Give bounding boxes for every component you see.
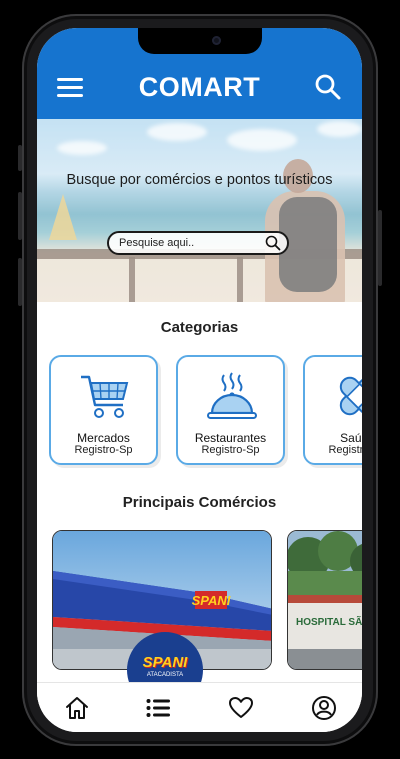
food-cloche-icon [207, 372, 257, 419]
category-card-saude[interactable]: Saúde Registro-Sp [303, 355, 362, 465]
profile-icon[interactable] [311, 695, 337, 721]
business-card-hospital[interactable]: HOSPITAL SÃO [287, 530, 362, 670]
category-location: Registro-Sp [74, 444, 133, 456]
bottom-navigation [37, 682, 362, 732]
app-screen: COMART Busque por comércios e pontos tur… [37, 28, 362, 732]
phone-mute-switch [18, 145, 22, 171]
phone-volume-down [18, 258, 22, 306]
spani-logo-text: SPANI [142, 654, 188, 671]
categories-title: Categorias [160, 319, 239, 336]
hero-headline: Busque por comércios e pontos turísticos [66, 172, 333, 188]
category-location: Registro-Sp [328, 444, 362, 456]
search-icon[interactable] [265, 235, 281, 251]
store-sign-text: SPANI [192, 593, 231, 608]
spani-logo-subtext: ATACADISTA [146, 672, 184, 678]
home-icon[interactable] [64, 695, 90, 721]
camera-icon [212, 36, 221, 45]
category-location: Registro-Sp [201, 444, 260, 456]
shopping-cart-icon [81, 375, 129, 418]
phone-volume-up [18, 192, 22, 240]
list-icon[interactable] [145, 695, 171, 721]
category-name: Saúde [340, 431, 362, 445]
category-name: Mercados [77, 431, 130, 445]
search-icon[interactable] [314, 73, 342, 101]
search-input[interactable] [119, 233, 259, 253]
category-name: Restaurantes [194, 431, 267, 445]
bandage-icon [339, 376, 362, 416]
hospital-photo: HOSPITAL SÃO [288, 531, 362, 669]
businesses-title: Principais Comércios [122, 494, 277, 511]
heart-icon[interactable] [228, 695, 254, 721]
phone-power-button [378, 210, 382, 286]
phone-notch [138, 28, 262, 54]
hospital-sign-text: HOSPITAL SÃO [296, 615, 362, 628]
category-card-restaurantes[interactable]: Restaurantes Registro-Sp [176, 355, 285, 465]
hero-banner: Busque por comércios e pontos turísticos [37, 119, 362, 302]
category-card-mercados[interactable]: Mercados Registro-Sp [49, 355, 158, 465]
hero-search-box[interactable] [107, 231, 289, 255]
